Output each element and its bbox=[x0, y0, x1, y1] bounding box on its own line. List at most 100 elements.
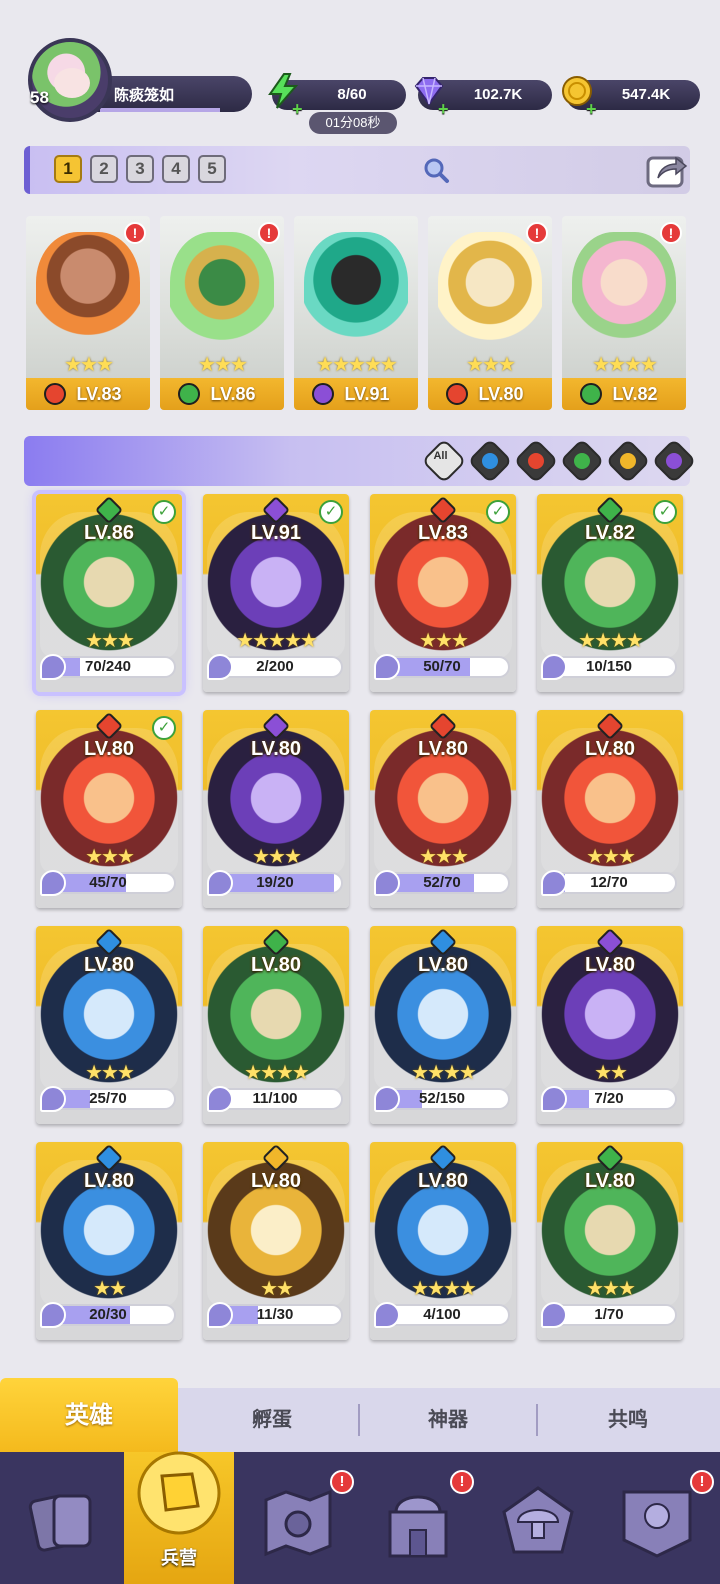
hero-card[interactable]: LV.80 ★★ 20/30 bbox=[36, 1142, 182, 1340]
hero-level: LV.80 bbox=[417, 738, 469, 760]
hero-card[interactable]: LV.80 ★★ 7/20 bbox=[537, 926, 683, 1124]
nav-barracks-button[interactable]: 兵营 bbox=[124, 1442, 234, 1568]
check-icon: ✓ bbox=[486, 500, 510, 524]
hero-card[interactable]: LV.80 ★★★ 12/70 bbox=[537, 710, 683, 908]
gem-plus-icon[interactable]: + bbox=[438, 94, 449, 124]
team-tab-4[interactable]: 4 bbox=[162, 155, 190, 183]
team-tab-3[interactable]: 3 bbox=[126, 155, 154, 183]
shard-icon bbox=[541, 1086, 567, 1112]
alert-icon: ! bbox=[660, 222, 682, 244]
hero-level: LV.80 bbox=[478, 384, 524, 404]
castle-alert-icon: ! bbox=[450, 1470, 474, 1494]
hero-card[interactable]: LV.80 ★★★★ 11/100 bbox=[203, 926, 349, 1124]
team-hero-card[interactable]: ! ★★★ LV.83 bbox=[26, 216, 150, 410]
team-tab-1[interactable]: 1 bbox=[54, 155, 82, 183]
hero-card[interactable]: LV.80 ★★★ 19/20 bbox=[203, 710, 349, 908]
filter-fire-button[interactable] bbox=[513, 438, 559, 484]
star-rating: ★★★ bbox=[64, 354, 114, 376]
check-icon: ✓ bbox=[152, 500, 176, 524]
gold-value: 547.4K bbox=[621, 86, 671, 103]
fire-element-icon bbox=[446, 383, 468, 405]
hero-card[interactable]: ✓ LV.86 ★★★ 70/240 bbox=[32, 490, 186, 696]
star-rating: ★★ bbox=[93, 1278, 127, 1300]
filter-all-button[interactable]: All bbox=[421, 438, 467, 484]
nav-banner-button[interactable]: ! bbox=[604, 1468, 714, 1578]
filter-all-label: All bbox=[433, 450, 448, 463]
hero-card[interactable]: LV.80 ★★★ 1/70 bbox=[537, 1142, 683, 1340]
nature-element-icon bbox=[570, 449, 594, 473]
star-rating: ★★★ bbox=[252, 846, 302, 868]
hero-card[interactable]: ✓ LV.82 ★★★★ 10/150 bbox=[537, 494, 683, 692]
hero-portrait bbox=[438, 232, 542, 358]
nav-map-button[interactable]: ! bbox=[244, 1468, 354, 1578]
hero-level: LV.80 bbox=[83, 954, 135, 976]
water-element-icon bbox=[478, 449, 502, 473]
shard-icon bbox=[40, 870, 66, 896]
hero-level: LV.83 bbox=[76, 384, 122, 404]
shard-icon bbox=[207, 1302, 233, 1328]
team-hero-card[interactable]: ! ★★★★ LV.82 bbox=[562, 216, 686, 410]
star-rating: ★★★★ bbox=[411, 1278, 477, 1300]
check-icon: ✓ bbox=[152, 716, 176, 740]
barracks-label: 兵营 bbox=[161, 1548, 197, 1568]
star-rating: ★★★★ bbox=[578, 630, 644, 652]
team-tab-2[interactable]: 2 bbox=[90, 155, 118, 183]
hero-level: LV.80 bbox=[250, 954, 302, 976]
hero-card[interactable]: ✓ LV.80 ★★★ 45/70 bbox=[36, 710, 182, 908]
hero-level: LV.80 bbox=[584, 954, 636, 976]
tab-resonance[interactable]: 共鸣 bbox=[540, 1388, 716, 1452]
hero-level: LV.80 bbox=[250, 738, 302, 760]
hero-level: LV.80 bbox=[83, 738, 135, 760]
hero-card[interactable]: ✓ LV.83 ★★★ 50/70 bbox=[370, 494, 516, 692]
filter-dark-button[interactable] bbox=[651, 438, 697, 484]
hero-level: LV.91 bbox=[250, 522, 302, 544]
cards-icon bbox=[28, 1494, 92, 1552]
filter-water-button[interactable] bbox=[467, 438, 513, 484]
light-element-icon bbox=[616, 449, 640, 473]
shard-icon bbox=[541, 654, 567, 680]
shard-icon bbox=[207, 654, 233, 680]
nav-castle-button[interactable]: ! bbox=[364, 1468, 474, 1578]
team-hero-card[interactable]: ! ★★★ LV.80 bbox=[428, 216, 552, 410]
alert-icon: ! bbox=[124, 222, 146, 244]
energy-counter[interactable]: + 8/60 bbox=[268, 73, 406, 119]
nature-element-icon bbox=[178, 383, 200, 405]
barracks-icon bbox=[137, 1451, 221, 1535]
hero-card[interactable]: LV.80 ★★★★ 52/150 bbox=[370, 926, 516, 1124]
alert-icon: ! bbox=[526, 222, 548, 244]
hero-card[interactable]: ✓ LV.91 ★★★★★ 2/200 bbox=[203, 494, 349, 692]
star-rating: ★★★★ bbox=[411, 1062, 477, 1084]
zoom-icon[interactable] bbox=[422, 156, 450, 184]
hero-card[interactable]: LV.80 ★★★ 25/70 bbox=[36, 926, 182, 1124]
filter-nature-button[interactable] bbox=[559, 438, 605, 484]
hero-level-bar: LV.83 bbox=[26, 378, 150, 410]
xp-bar bbox=[100, 108, 220, 112]
hero-card[interactable]: LV.80 ★★★ 52/70 bbox=[370, 710, 516, 908]
team-hero-card[interactable]: ! ★★★ LV.86 bbox=[160, 216, 284, 410]
nav-guild-button[interactable] bbox=[484, 1468, 594, 1578]
star-rating: ★★★★ bbox=[244, 1062, 310, 1084]
banner-alert-icon: ! bbox=[690, 1470, 714, 1494]
team-hero-card[interactable]: ★★★★★ LV.91 bbox=[294, 216, 418, 410]
player-level: 58 bbox=[30, 88, 49, 107]
shard-icon bbox=[40, 654, 66, 680]
hero-level: LV.91 bbox=[344, 384, 390, 404]
star-rating: ★★★ bbox=[85, 846, 135, 868]
gold-plus-icon[interactable]: + bbox=[586, 94, 597, 124]
gold-counter[interactable]: + 547.4K bbox=[562, 76, 700, 119]
filter-light-button[interactable] bbox=[605, 438, 651, 484]
nav-cards-button[interactable] bbox=[8, 1468, 118, 1578]
hero-card[interactable]: LV.80 ★★★★ 4/100 bbox=[370, 1142, 516, 1340]
hero-card[interactable]: LV.80 ★★ 11/30 bbox=[203, 1142, 349, 1340]
alert-icon: ! bbox=[258, 222, 280, 244]
dark-element-icon bbox=[312, 383, 334, 405]
shard-icon bbox=[374, 1086, 400, 1112]
tab-artifacts[interactable]: 神器 bbox=[360, 1388, 536, 1452]
team-tab-5[interactable]: 5 bbox=[198, 155, 226, 183]
energy-plus-icon[interactable]: + bbox=[292, 94, 303, 124]
hero-level-bar: LV.82 bbox=[562, 378, 686, 410]
star-rating: ★★ bbox=[260, 1278, 294, 1300]
share-icon[interactable] bbox=[644, 150, 688, 190]
gem-counter[interactable]: + 102.7K bbox=[414, 77, 552, 119]
hero-portrait bbox=[170, 232, 274, 358]
